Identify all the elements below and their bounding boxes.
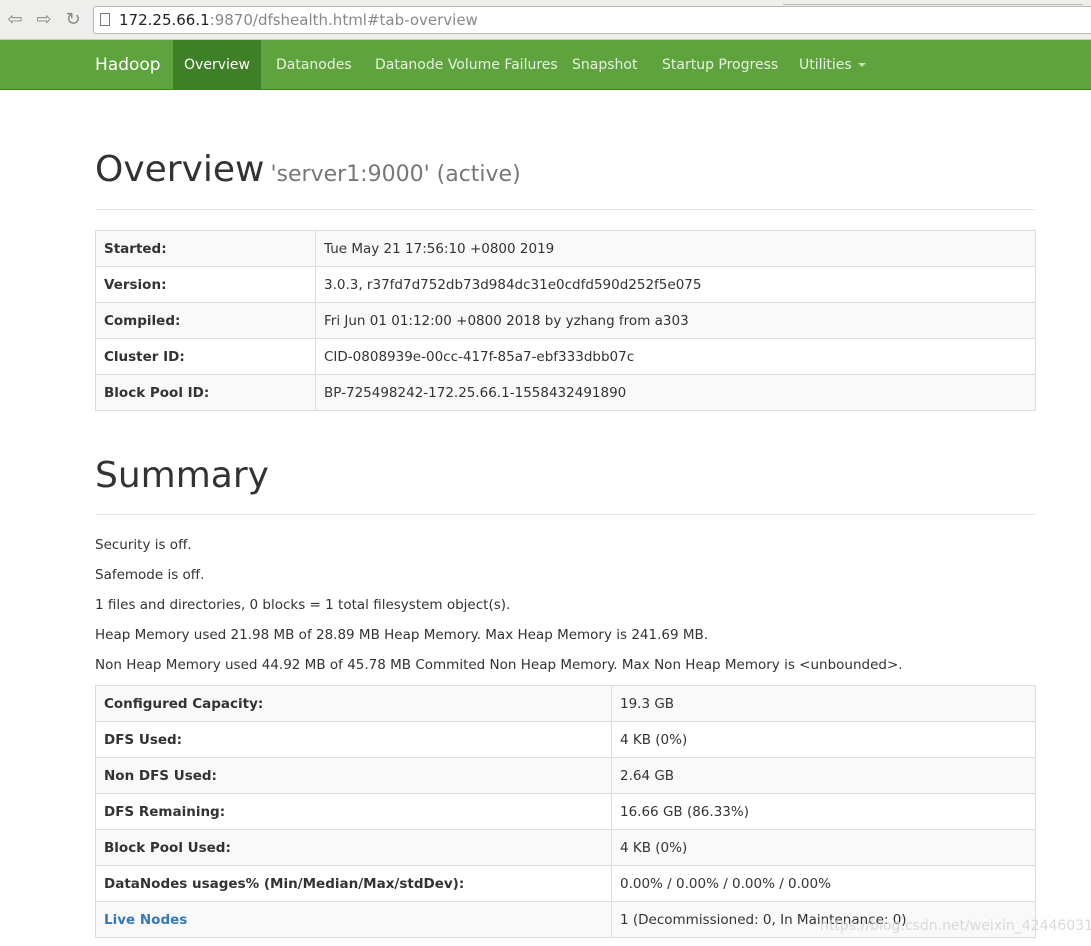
row-value: 16.66 GB (86.33%)	[611, 793, 1036, 830]
row-value: Tue May 21 17:56:10 +0800 2019	[315, 230, 1036, 267]
row-value: BP-725498242-172.25.66.1-1558432491890	[315, 374, 1036, 411]
browser-toolbar: ⇦ ⇨ ↻ 172.25.66.1:9870/dfshealth.html#ta…	[0, 0, 1091, 40]
nav-utilities-label: Utilities	[799, 57, 852, 73]
table-row: Cluster ID: CID-0808939e-00cc-417f-85a7-…	[95, 338, 1036, 375]
table-row: DFS Remaining: 16.66 GB (86.33%)	[95, 793, 1036, 830]
filesystem-objects: 1 files and directories, 0 blocks = 1 to…	[95, 597, 511, 613]
row-key: Block Pool Used:	[95, 829, 612, 866]
safemode-status: Safemode is off.	[95, 567, 205, 583]
forward-icon[interactable]: ⇨	[33, 9, 55, 31]
reload-icon[interactable]: ↻	[62, 9, 84, 31]
row-value: 4 KB (0%)	[611, 721, 1036, 758]
row-value: 4 KB (0%)	[611, 829, 1036, 866]
address-bar[interactable]: 172.25.66.1:9870/dfshealth.html#tab-over…	[93, 6, 1091, 34]
live-nodes-link[interactable]: Live Nodes	[95, 901, 612, 938]
nav-datanodes[interactable]: Datanodes	[276, 40, 352, 89]
table-row: Non DFS Used: 2.64 GB	[95, 757, 1036, 794]
non-heap-memory: Non Heap Memory used 44.92 MB of 45.78 M…	[95, 657, 903, 673]
security-status: Security is off.	[95, 537, 192, 553]
row-key: DataNodes usages% (Min/Median/Max/stdDev…	[95, 865, 612, 902]
watermark: https://blog.csdn.net/weixin_42446031	[820, 918, 1091, 934]
row-value: 3.0.3, r37fd7d752db73d984dc31e0cdfd590d2…	[315, 266, 1036, 303]
divider	[95, 209, 1035, 210]
row-key: Block Pool ID:	[95, 374, 316, 411]
summary-title: Summary	[95, 455, 269, 496]
row-key: Cluster ID:	[95, 338, 316, 375]
overview-subtitle: 'server1:9000' (active)	[270, 162, 521, 187]
nav-startup-progress[interactable]: Startup Progress	[662, 40, 778, 89]
table-row: Configured Capacity: 19.3 GB	[95, 685, 1036, 722]
heap-memory: Heap Memory used 21.98 MB of 28.89 MB He…	[95, 627, 709, 643]
summary-table: Configured Capacity: 19.3 GB DFS Used: 4…	[95, 685, 1036, 938]
table-row: DataNodes usages% (Min/Median/Max/stdDev…	[95, 865, 1036, 902]
navbar: Hadoop Overview Datanodes Datanode Volum…	[0, 40, 1091, 90]
overview-title: Overview	[95, 149, 265, 190]
page-icon	[100, 13, 110, 26]
table-row: Block Pool ID: BP-725498242-172.25.66.1-…	[95, 374, 1036, 411]
live-nodes-link-text[interactable]: Live Nodes	[104, 912, 187, 928]
page-title: Overview'server1:9000' (active)	[95, 148, 521, 197]
row-value: 2.64 GB	[611, 757, 1036, 794]
row-key: Compiled:	[95, 302, 316, 339]
table-row: Started: Tue May 21 17:56:10 +0800 2019	[95, 230, 1036, 267]
url-host: 172.25.66.1	[119, 11, 210, 29]
row-key: DFS Used:	[95, 721, 612, 758]
overview-table: Started: Tue May 21 17:56:10 +0800 2019 …	[95, 230, 1036, 411]
table-row: Block Pool Used: 4 KB (0%)	[95, 829, 1036, 866]
row-value: 19.3 GB	[611, 685, 1036, 722]
table-row: DFS Used: 4 KB (0%)	[95, 721, 1036, 758]
divider	[95, 514, 1035, 515]
nav-utilities[interactable]: Utilities	[799, 40, 866, 89]
row-key: Configured Capacity:	[95, 685, 612, 722]
nav-datanode-volume-failures[interactable]: Datanode Volume Failures	[375, 40, 558, 89]
nav-overview[interactable]: Overview	[173, 40, 261, 89]
nav-snapshot[interactable]: Snapshot	[572, 40, 637, 89]
row-value: CID-0808939e-00cc-417f-85a7-ebf333dbb07c	[315, 338, 1036, 375]
table-row: Version: 3.0.3, r37fd7d752db73d984dc31e0…	[95, 266, 1036, 303]
row-key: Non DFS Used:	[95, 757, 612, 794]
row-key: DFS Remaining:	[95, 793, 612, 830]
row-key: Started:	[95, 230, 316, 267]
back-icon[interactable]: ⇦	[4, 9, 26, 31]
row-value: Fri Jun 01 01:12:00 +0800 2018 by yzhang…	[315, 302, 1036, 339]
brand-logo[interactable]: Hadoop	[95, 40, 161, 90]
url-path: :9870/dfshealth.html#tab-overview	[209, 11, 478, 29]
tab-edge	[783, 0, 1083, 5]
url-text: 172.25.66.1:9870/dfshealth.html#tab-over…	[119, 7, 478, 33]
caret-down-icon	[857, 63, 866, 67]
row-key: Version:	[95, 266, 316, 303]
table-row: Compiled: Fri Jun 01 01:12:00 +0800 2018…	[95, 302, 1036, 339]
row-value: 0.00% / 0.00% / 0.00% / 0.00%	[611, 865, 1036, 902]
